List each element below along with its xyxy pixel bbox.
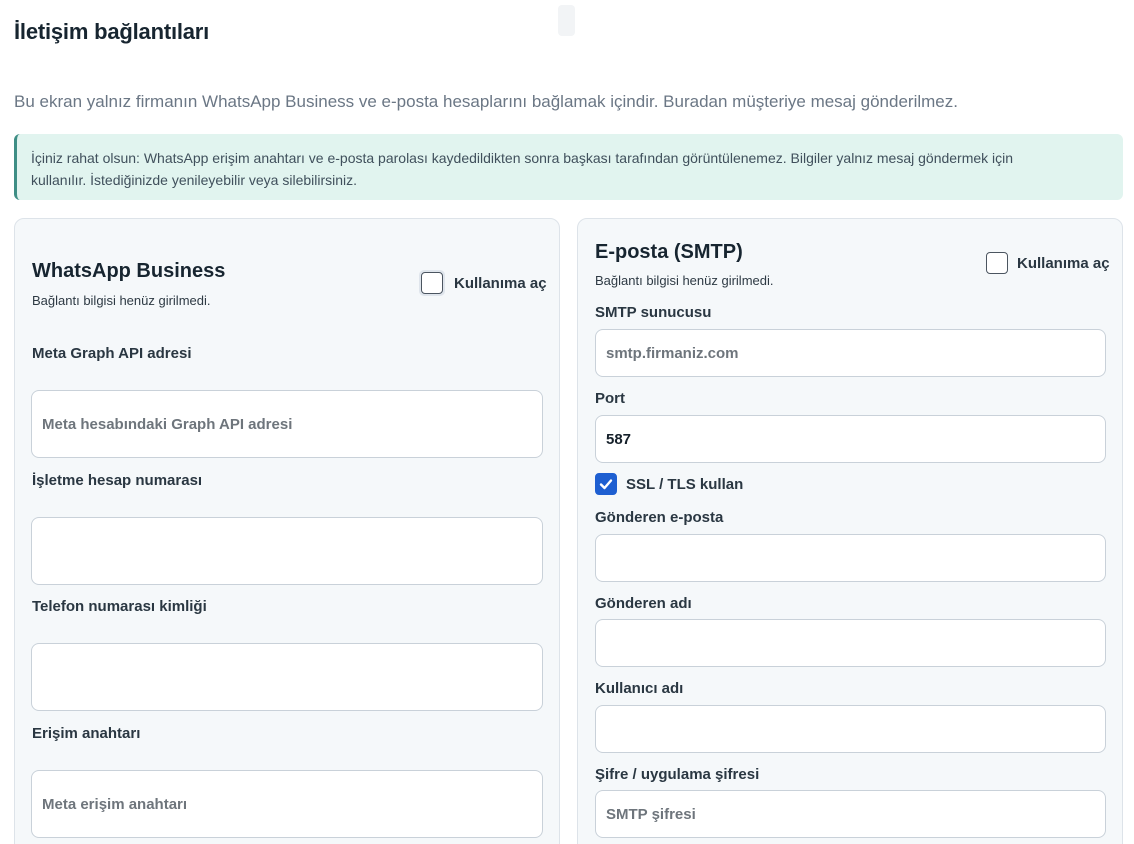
graph-api-placeholder: Meta hesabındaki Graph API adresi [42,415,293,433]
email-panel: E-posta (SMTP) Bağlantı bilgisi henüz gi… [577,218,1123,844]
whatsapp-enable-toggle[interactable]: Kullanıma aç [419,270,547,296]
smtp-host-input[interactable]: smtp.firmaniz.com [595,329,1106,377]
business-account-label: İşletme hesap numarası [32,472,203,489]
notice-line-1: İçiniz rahat olsun: WhatsApp erişim anah… [31,150,1014,166]
email-status: Bağlantı bilgisi henüz girilmedi. [595,273,774,288]
password-placeholder: SMTP şifresi [606,805,696,823]
phone-id-label: Telefon numarası kimliği [32,598,207,615]
security-notice: İçiniz rahat olsun: WhatsApp erişim anah… [14,134,1123,200]
sender-name-label: Gönderen adı [595,595,692,612]
access-token-placeholder: Meta erişim anahtarı [42,795,188,813]
phone-id-input[interactable] [31,643,543,711]
top-placeholder-block [558,5,575,36]
email-enable-label: Kullanıma aç [1017,254,1110,272]
ssl-label: SSL / TLS kullan [626,475,744,493]
smtp-host-placeholder: smtp.firmaniz.com [606,344,739,362]
graph-api-input[interactable]: Meta hesabındaki Graph API adresi [31,390,543,458]
page-intro: Bu ekran yalnız firmanın WhatsApp Busine… [14,92,958,111]
graph-api-label: Meta Graph API adresi [32,345,192,362]
whatsapp-panel: WhatsApp Business Bağlantı bilgisi henüz… [14,218,560,844]
port-input[interactable]: 587 [595,415,1106,463]
access-token-label: Erişim anahtarı [32,725,141,742]
notice-line-2: kullanılır. İstediğinizde yenileyebilir … [31,172,358,188]
email-title: E-posta (SMTP) [595,241,743,263]
page-title: İletişim bağlantıları [14,19,210,44]
smtp-host-label: SMTP sunucusu [595,304,712,321]
sender-email-label: Gönderen e-posta [595,509,724,526]
whatsapp-status: Bağlantı bilgisi henüz girilmedi. [32,293,211,308]
whatsapp-enable-label: Kullanıma aç [454,274,547,292]
port-value: 587 [606,430,632,448]
username-input[interactable] [595,705,1106,753]
sender-email-input[interactable] [595,534,1106,582]
ssl-toggle[interactable]: SSL / TLS kullan [595,473,743,495]
access-token-input[interactable]: Meta erişim anahtarı [31,770,543,838]
business-account-input[interactable] [31,517,543,585]
ssl-checkbox[interactable] [595,473,617,495]
check-icon [599,479,613,490]
email-enable-toggle[interactable]: Kullanıma aç [986,252,1110,274]
whatsapp-enable-checkbox-frame [419,270,445,296]
whatsapp-title: WhatsApp Business [32,260,226,282]
password-label: Şifre / uygulama şifresi [595,766,760,783]
username-label: Kullanıcı adı [595,680,684,697]
whatsapp-enable-checkbox[interactable] [421,272,443,294]
sender-name-input[interactable] [595,619,1106,667]
port-label: Port [595,390,625,407]
password-input[interactable]: SMTP şifresi [595,790,1106,838]
email-enable-checkbox[interactable] [986,252,1008,274]
